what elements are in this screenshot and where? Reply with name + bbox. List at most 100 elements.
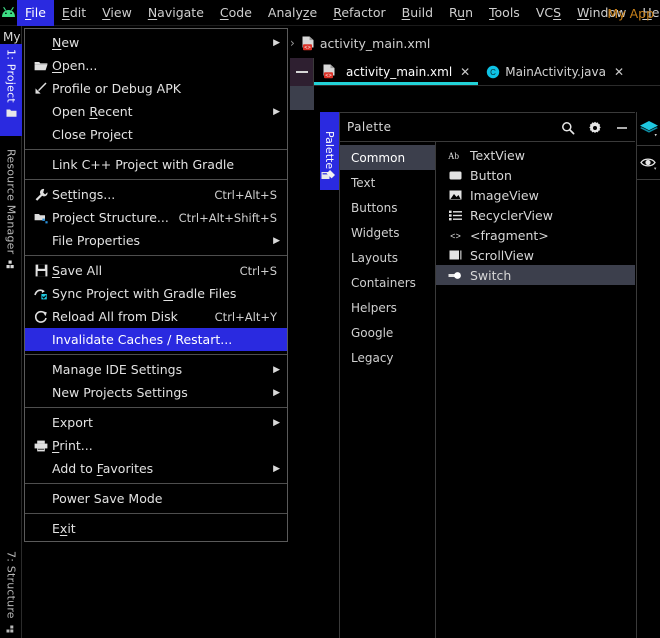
- svg-text:C: C: [490, 68, 496, 77]
- palette-category-label: Legacy: [351, 350, 394, 365]
- menu-tools[interactable]: Tools: [481, 0, 528, 26]
- palette-category-label: Widgets: [351, 225, 400, 240]
- blank-icon: [30, 489, 52, 509]
- palette-category-containers[interactable]: Containers: [340, 270, 435, 295]
- palette-widget-list: Ab TextView Button ImageView RecyclerVie…: [436, 142, 635, 638]
- menu-item-add-to-favorites[interactable]: Add to Favorites ▶: [25, 457, 287, 480]
- menu-item-power-save-mode[interactable]: Power Save Mode: [25, 487, 287, 510]
- menu-item-reload-all-from-disk-shortcut: Ctrl+Alt+Y: [214, 309, 277, 324]
- palette-category-legacy[interactable]: Legacy: [340, 345, 435, 370]
- palette-widget-recyclerview[interactable]: RecyclerView: [436, 205, 635, 225]
- menu-separator: [25, 483, 287, 484]
- menu-run[interactable]: Run: [441, 0, 481, 26]
- menu-item-new-projects-settings[interactable]: New Projects Settings ▶: [25, 381, 287, 404]
- resource-manager-icon: [6, 259, 17, 269]
- menu-item-project-structure-shortcut: Ctrl+Alt+Shift+S: [178, 210, 277, 225]
- palette-widget-label: RecyclerView: [470, 207, 553, 223]
- menu-item-sync-project-with-gradle-files[interactable]: Sync Project with Gradle Files: [25, 282, 287, 305]
- layers-panel-button[interactable]: [637, 112, 660, 146]
- menu-file[interactable]: File: [17, 0, 54, 26]
- menu-build-label: Build: [401, 5, 434, 20]
- menu-code-label: Code: [219, 5, 252, 20]
- editor-tab-strip: <> activity_main.xml ✕ C MainActivity.ja…: [290, 58, 660, 86]
- close-icon[interactable]: ✕: [614, 65, 624, 79]
- wrench-icon: [30, 185, 52, 205]
- menu-separator: [25, 149, 287, 150]
- menu-item-file-properties[interactable]: File Properties ▶: [25, 229, 287, 252]
- gear-icon[interactable]: [588, 121, 602, 135]
- menu-item-new-projects-settings-label: New Projects Settings: [52, 385, 188, 400]
- palette-category-layouts[interactable]: Layouts: [340, 245, 435, 270]
- palette-category-google[interactable]: Google: [340, 320, 435, 345]
- menu-item-profile-or-debug-apk[interactable]: Profile or Debug APK: [25, 77, 287, 100]
- preview-panel-button[interactable]: [637, 146, 660, 180]
- menu-item-open[interactable]: Open...: [25, 54, 287, 77]
- menu-item-reload-all-from-disk[interactable]: Reload All from Disk Ctrl+Alt+Y: [25, 305, 287, 328]
- submenu-arrow-icon: ▶: [273, 417, 280, 428]
- collapse-editor-button[interactable]: [290, 58, 314, 86]
- menu-separator: [25, 179, 287, 180]
- menu-item-sync-project-with-gradle-files-label: Sync Project with Gradle Files: [52, 286, 237, 301]
- palette-widget-textview[interactable]: Ab TextView: [436, 145, 635, 165]
- sidebar-item-resource-manager-label: Resource Manager: [4, 149, 18, 255]
- menu-analyze[interactable]: Analyze: [260, 0, 325, 26]
- close-icon[interactable]: ✕: [460, 65, 470, 79]
- sidebar-item-structure[interactable]: 7: Structure: [0, 546, 22, 638]
- sidebar-item-project[interactable]: 1: Project: [0, 44, 22, 136]
- menu-item-exit[interactable]: Exit: [25, 517, 287, 540]
- menu-item-project-structure[interactable]: Project Structure... Ctrl+Alt+Shift+S: [25, 206, 287, 229]
- menu-item-link-cpp-project-with-gradle[interactable]: Link C++ Project with Gradle: [25, 153, 287, 176]
- xml-layout-icon: <>: [301, 36, 315, 51]
- imageview-icon: [448, 188, 463, 202]
- palette-widget-scrollview[interactable]: ScrollView: [436, 245, 635, 265]
- menu-item-export[interactable]: Export ▶: [25, 411, 287, 434]
- menu-item-close-project[interactable]: Close Project: [25, 123, 287, 146]
- blank-icon: [30, 330, 52, 350]
- palette-category-label: Layouts: [351, 250, 399, 265]
- blank-icon: [30, 519, 52, 539]
- menu-item-open-recent-label: Open Recent: [52, 104, 133, 119]
- menu-view[interactable]: View: [94, 0, 140, 26]
- menu-item-open-recent[interactable]: Open Recent ▶: [25, 100, 287, 123]
- palette-category-widgets[interactable]: Widgets: [340, 220, 435, 245]
- menu-item-settings-label: Settings...: [52, 187, 116, 202]
- menu-item-new[interactable]: New ▶: [25, 31, 287, 54]
- menu-separator: [25, 354, 287, 355]
- submenu-arrow-icon: ▶: [273, 387, 280, 398]
- submenu-arrow-icon: ▶: [273, 235, 280, 246]
- menu-navigate[interactable]: Navigate: [140, 0, 212, 26]
- palette-widget-button[interactable]: Button: [436, 165, 635, 185]
- palette-header: Palette: [340, 113, 635, 142]
- file-menu-dropdown: New ▶ Open... Profile or Debug APK Open …: [24, 28, 288, 542]
- submenu-arrow-icon: ▶: [273, 37, 280, 48]
- menu-item-settings[interactable]: Settings... Ctrl+Alt+S: [25, 183, 287, 206]
- minimize-icon[interactable]: [615, 121, 629, 135]
- menu-item-save-all[interactable]: Save All Ctrl+S: [25, 259, 287, 282]
- menu-navigate-label: Navigate: [147, 5, 204, 20]
- submenu-arrow-icon: ▶: [273, 364, 280, 375]
- menu-item-print[interactable]: Print...: [25, 434, 287, 457]
- palette-category-text[interactable]: Text: [340, 170, 435, 195]
- menu-vcs[interactable]: VCS: [528, 0, 569, 26]
- palette-widget-fragment[interactable]: <> <fragment>: [436, 225, 635, 245]
- menu-edit[interactable]: Edit: [54, 0, 94, 26]
- menu-build[interactable]: Build: [394, 0, 441, 26]
- palette-category-helpers[interactable]: Helpers: [340, 295, 435, 320]
- sidebar-item-resource-manager[interactable]: Resource Manager: [0, 144, 22, 284]
- menu-code[interactable]: Code: [212, 0, 260, 26]
- palette-category-common[interactable]: Common: [340, 145, 435, 170]
- search-icon[interactable]: [561, 121, 575, 135]
- blank-icon: [30, 155, 52, 175]
- tab-activity-main-xml[interactable]: <> activity_main.xml ✕: [314, 58, 479, 85]
- scrollview-icon: [448, 248, 463, 262]
- menu-refactor[interactable]: Refactor: [325, 0, 393, 26]
- menu-item-invalidate-caches-restart[interactable]: Invalidate Caches / Restart...: [25, 328, 287, 351]
- blank-icon: [30, 102, 52, 122]
- tab-mainactivity-java[interactable]: C MainActivity.java ✕: [478, 58, 632, 85]
- palette-category-buttons[interactable]: Buttons: [340, 195, 435, 220]
- profile-apk-icon: [30, 79, 52, 99]
- palette-widget-switch[interactable]: Switch: [436, 265, 635, 285]
- palette-widget-imageview[interactable]: ImageView: [436, 185, 635, 205]
- menu-item-manage-ide-settings[interactable]: Manage IDE Settings ▶: [25, 358, 287, 381]
- menu-item-link-cpp-project-with-gradle-label: Link C++ Project with Gradle: [52, 157, 235, 172]
